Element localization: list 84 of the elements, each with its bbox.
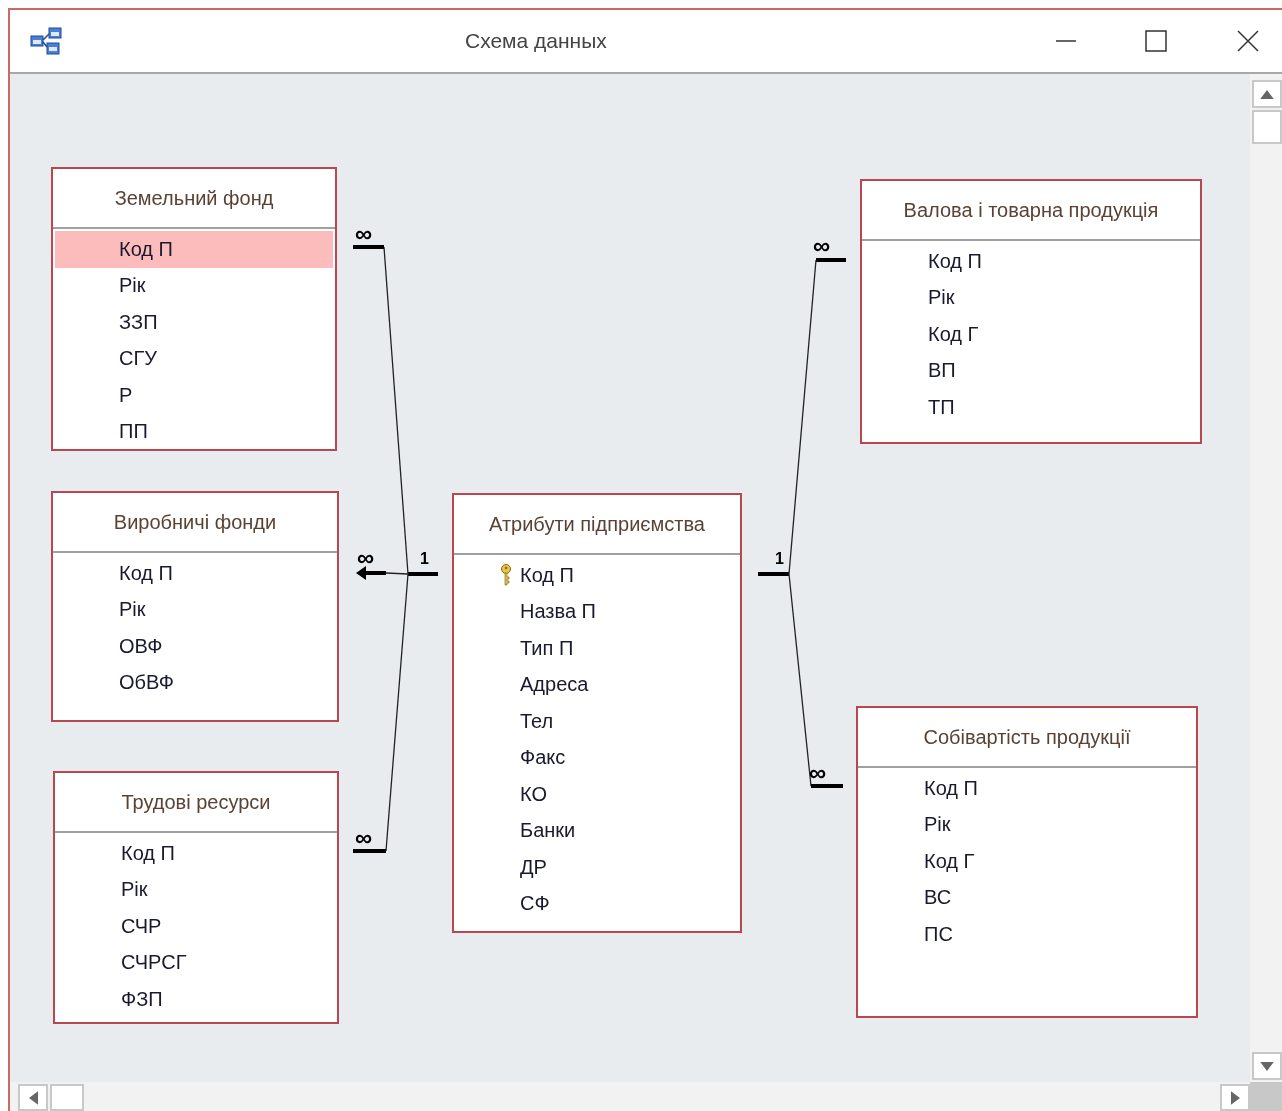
field-item[interactable]: СФ	[456, 885, 738, 922]
relationships-icon	[30, 27, 62, 55]
maximize-icon	[1144, 29, 1168, 53]
field-item[interactable]: Банки	[456, 812, 738, 849]
field-item[interactable]: Р	[55, 377, 333, 414]
table-box[interactable]: Земельний фонд Код П Рік ЗЗП СГУ Р ПП	[51, 167, 337, 451]
relationship-arrow	[356, 566, 386, 580]
up-triangle-icon	[1260, 89, 1274, 99]
field-item[interactable]: Код П	[860, 770, 1194, 807]
field-item[interactable]: Рік	[57, 871, 335, 908]
relationship-line[interactable]	[383, 246, 409, 575]
table-title: Трудові ресурси	[121, 790, 271, 814]
scrollbar-corner	[1250, 1082, 1282, 1111]
cardinality-label: ∞	[809, 763, 827, 783]
field-item[interactable]: ФЗП	[57, 981, 335, 1018]
cardinality-label: 1	[420, 551, 429, 567]
field-item[interactable]: ЗЗП	[55, 304, 333, 341]
field-item[interactable]: Код П	[864, 243, 1198, 280]
cardinality-label: ∞	[357, 548, 375, 568]
vertical-scrollbar[interactable]	[1250, 74, 1282, 1082]
field-item[interactable]: Код Г	[864, 316, 1198, 353]
cardinality-label: 1	[775, 551, 784, 567]
relationship-stub	[811, 784, 843, 788]
cardinality-label: ∞	[813, 236, 831, 256]
field-item[interactable]: Рік	[864, 279, 1198, 316]
field-item[interactable]: Рік	[860, 806, 1194, 843]
field-item[interactable]: Рік	[55, 591, 335, 628]
table-box[interactable]: Валова і товарна продукція Код П Рік Код Г ВП ТП	[860, 179, 1202, 444]
field-item[interactable]: Код Г	[860, 843, 1194, 880]
field-item[interactable]: Адреса	[456, 666, 738, 703]
scroll-left-button[interactable]	[18, 1084, 48, 1111]
field-item[interactable]: Факс	[456, 739, 738, 776]
table-title: Виробничі фонди	[113, 510, 277, 534]
relationship-line[interactable]	[385, 573, 409, 852]
relationship-stub	[758, 572, 789, 576]
relationship-stub	[816, 258, 846, 262]
field-item[interactable]: ОбВФ	[55, 664, 335, 701]
table-title: Валова і товарна продукція	[903, 198, 1159, 222]
field-item[interactable]: ПП	[55, 413, 333, 450]
table-title: Собівартість продукції	[923, 725, 1131, 749]
scroll-thumb[interactable]	[1252, 110, 1282, 144]
table-box[interactable]: Атрибути підприємства Код П Назва П Тип П Адреса Тел Факс КО Банки ДР СФ	[452, 493, 742, 933]
field-item[interactable]: Код П	[55, 555, 335, 592]
field-item[interactable]: Назва П	[456, 593, 738, 630]
cardinality-label: ∞	[355, 224, 373, 244]
close-icon	[1236, 29, 1260, 53]
field-item[interactable]: ВП	[864, 352, 1198, 389]
table-box[interactable]: Трудові ресурси Код П Рік СЧР СЧРСГ ФЗП	[53, 771, 339, 1024]
table-title: Земельний фонд	[114, 186, 274, 210]
field-item[interactable]: ВС	[860, 879, 1194, 916]
table-box[interactable]: Собівартість продукції Код П Рік Код Г ВС ПС	[856, 706, 1198, 1018]
relationship-line[interactable]	[788, 259, 817, 575]
down-triangle-icon	[1260, 1061, 1274, 1071]
relationship-line[interactable]	[788, 573, 812, 787]
field-item[interactable]: Код П	[456, 557, 738, 594]
scroll-down-button[interactable]	[1252, 1052, 1282, 1080]
scroll-up-button[interactable]	[1252, 80, 1282, 108]
field-item[interactable]: ДР	[456, 849, 738, 886]
cardinality-label: ∞	[355, 828, 373, 848]
field-item[interactable]: Код П	[55, 231, 333, 268]
field-item[interactable]: СГУ	[55, 340, 333, 377]
field-item[interactable]: СЧР	[57, 908, 335, 945]
relationship-line[interactable]	[385, 572, 409, 575]
minimize-icon	[1056, 40, 1076, 42]
relationship-stub	[353, 245, 384, 249]
field-item[interactable]: ПС	[860, 916, 1194, 953]
left-triangle-icon	[28, 1090, 38, 1105]
window-title: Схема данных	[465, 29, 607, 53]
field-item[interactable]: Код П	[57, 835, 335, 872]
horizontal-scrollbar[interactable]	[10, 1082, 1250, 1111]
field-item[interactable]: ОВФ	[55, 628, 335, 665]
field-item[interactable]: Тип П	[456, 630, 738, 667]
field-item[interactable]: СЧРСГ	[57, 944, 335, 981]
scroll-thumb[interactable]	[50, 1084, 84, 1111]
field-item[interactable]: ТП	[864, 389, 1198, 426]
field-item[interactable]: Рік	[55, 267, 333, 304]
relationship-stub	[353, 849, 386, 853]
table-title: Атрибути підприємства	[489, 512, 705, 536]
scroll-right-button[interactable]	[1220, 1084, 1250, 1111]
field-item[interactable]: Тел	[456, 703, 738, 740]
right-triangle-icon	[1230, 1090, 1240, 1105]
relationship-stub	[408, 572, 438, 576]
table-box[interactable]: Виробничі фонди Код П Рік ОВФ ОбВФ	[51, 491, 339, 722]
field-item[interactable]: КО	[456, 776, 738, 813]
